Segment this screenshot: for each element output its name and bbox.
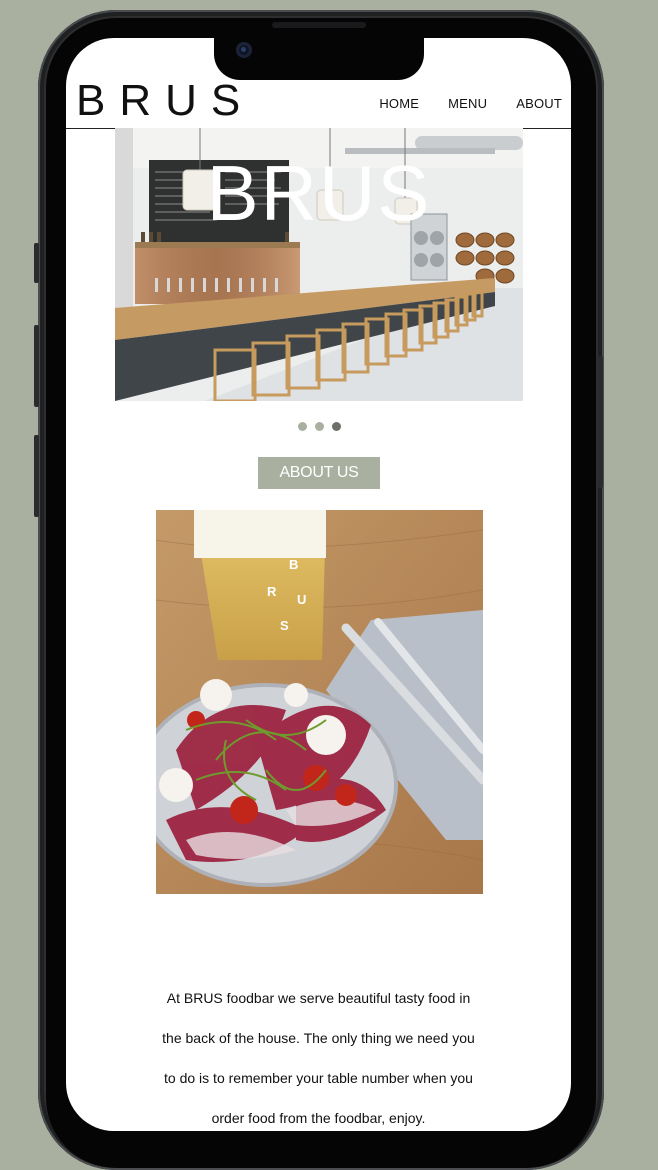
glass-letter-r: R bbox=[267, 584, 277, 599]
phone-screen: BRUS HOME MENU ABOUT BRUS ABOUT US B R U… bbox=[66, 38, 571, 1131]
site-logo[interactable]: BRUS bbox=[76, 78, 254, 124]
glass-letter-u: U bbox=[297, 592, 307, 607]
food-image: B R U S bbox=[156, 510, 483, 894]
nav-menu[interactable]: MENU bbox=[448, 96, 487, 111]
carousel-dots bbox=[298, 422, 341, 431]
glass-letter-b: B bbox=[289, 557, 299, 572]
front-camera-icon bbox=[236, 42, 252, 58]
speaker-grille bbox=[272, 22, 366, 28]
carousel-dot-1[interactable] bbox=[298, 422, 307, 431]
about-us-button[interactable]: ABOUT US bbox=[258, 457, 380, 489]
about-line-4: order food from the foodbar, enjoy. bbox=[211, 1110, 426, 1126]
hero-title: BRUS bbox=[206, 149, 432, 237]
about-text: At BRUS foodbar we serve beautiful tasty… bbox=[66, 978, 571, 1131]
phone-power-button bbox=[598, 356, 603, 488]
hero-slide[interactable]: BRUS bbox=[115, 128, 523, 401]
nav-home[interactable]: HOME bbox=[379, 96, 419, 111]
phone-volume-down bbox=[34, 435, 39, 517]
phone-volume-up bbox=[34, 325, 39, 407]
about-line-1: At BRUS foodbar we serve beautiful tasty… bbox=[166, 990, 471, 1006]
about-line-2: the back of the house. The only thing we… bbox=[162, 1030, 475, 1046]
beer-and-salad-image bbox=[156, 510, 483, 894]
glass-letter-s: S bbox=[280, 618, 289, 633]
phone-mute-switch bbox=[34, 243, 39, 283]
about-line-3: to do is to remember your table number w… bbox=[164, 1070, 473, 1086]
carousel-dot-2[interactable] bbox=[315, 422, 324, 431]
site-header: BRUS HOME MENU ABOUT bbox=[66, 78, 571, 129]
nav-about[interactable]: ABOUT bbox=[516, 96, 562, 111]
main-nav: HOME MENU ABOUT bbox=[379, 96, 562, 111]
carousel-dot-3[interactable] bbox=[332, 422, 341, 431]
